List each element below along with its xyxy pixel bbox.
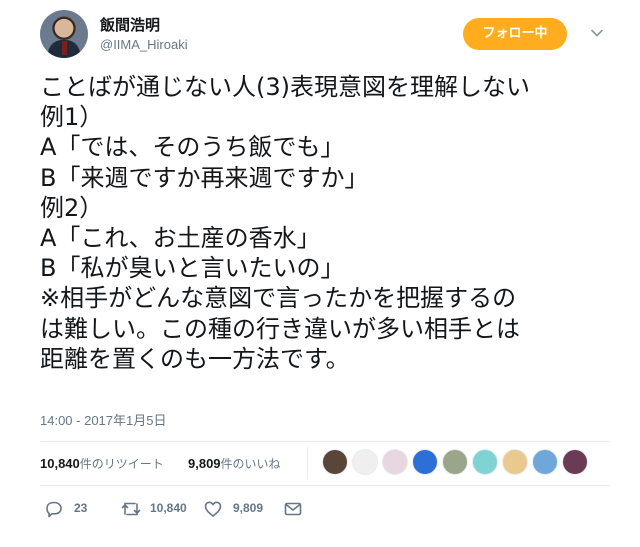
liker-avatar[interactable]: [442, 449, 468, 475]
author-name[interactable]: 飯間浩明: [100, 14, 160, 35]
retweets-stat[interactable]: 10,840件のリツイート: [40, 455, 164, 472]
retweet-button[interactable]: 10,840: [120, 498, 210, 520]
tweet-timestamp[interactable]: 14:00 - 2017年1月5日: [40, 410, 166, 429]
tweet-header: 飯間浩明 @IIMA_Hiroaki フォロー中: [40, 10, 610, 62]
tweet-line: ※相手がどんな意図で言ったかを把握するの: [40, 284, 517, 313]
tweet-line: ことばが通じない人(3)表現意図を理解しない: [40, 73, 530, 101]
liker-avatar[interactable]: [532, 449, 558, 475]
liker-avatar[interactable]: [322, 449, 348, 475]
divider: [40, 441, 610, 442]
retweets-count: 10,840: [40, 456, 80, 471]
likes-count: 9,809: [188, 456, 221, 471]
reply-icon: [46, 501, 62, 518]
direct-message-button[interactable]: [283, 498, 307, 520]
envelope-icon: [284, 502, 302, 516]
tweet-actions: 23 10,840 9,809: [40, 498, 610, 522]
tweet-line: B「来週ですか再来週ですか」: [40, 163, 369, 192]
like-count: 9,809: [233, 501, 264, 515]
liker-avatar[interactable]: [382, 449, 408, 475]
tweet-line: 例1）: [40, 103, 104, 132]
tweet-line: A「これ、お土産の香水」: [40, 224, 321, 253]
likes-label: 件のいいね: [220, 457, 281, 471]
liker-avatar[interactable]: [472, 449, 498, 475]
tweet-stats: 10,840件のリツイート 9,809件のいいね: [40, 443, 610, 483]
retweet-icon: [121, 502, 141, 516]
tweet-line: 距離を置くのも一方法です。: [40, 344, 350, 373]
avatar-tie: [62, 41, 67, 55]
reply-button[interactable]: 23: [44, 498, 104, 520]
liker-avatar[interactable]: [562, 449, 588, 475]
author-avatar[interactable]: [40, 10, 88, 58]
liker-avatar[interactable]: [352, 449, 378, 475]
retweets-label: 件のリツイート: [79, 457, 164, 471]
like-button[interactable]: 9,809: [203, 498, 283, 520]
stats-separator: [307, 447, 308, 479]
reply-count: 23: [74, 501, 88, 515]
liker-avatar[interactable]: [412, 449, 438, 475]
likes-stat[interactable]: 9,809件のいいね: [188, 455, 281, 472]
chevron-down-icon[interactable]: [590, 26, 604, 40]
heart-icon: [204, 501, 222, 517]
tweet-line: は難しい。この種の行き違いが多い相手とは: [40, 314, 520, 343]
tweet-line: 例2）: [40, 193, 104, 222]
tweet-text: ことばが通じない人(3)表現意図を理解しない 例1） A「では、そのうち飯でも」…: [40, 72, 610, 374]
tweet-line: A「では、そのうち飯でも」: [40, 133, 345, 162]
author-handle[interactable]: @IIMA_Hiroaki: [100, 37, 188, 52]
retweet-count: 10,840: [150, 501, 187, 515]
liker-avatar[interactable]: [502, 449, 528, 475]
tweet-line: B「私が臭いと言いたいの」: [40, 254, 345, 283]
following-button[interactable]: フォロー中: [463, 18, 567, 50]
divider: [40, 485, 610, 486]
